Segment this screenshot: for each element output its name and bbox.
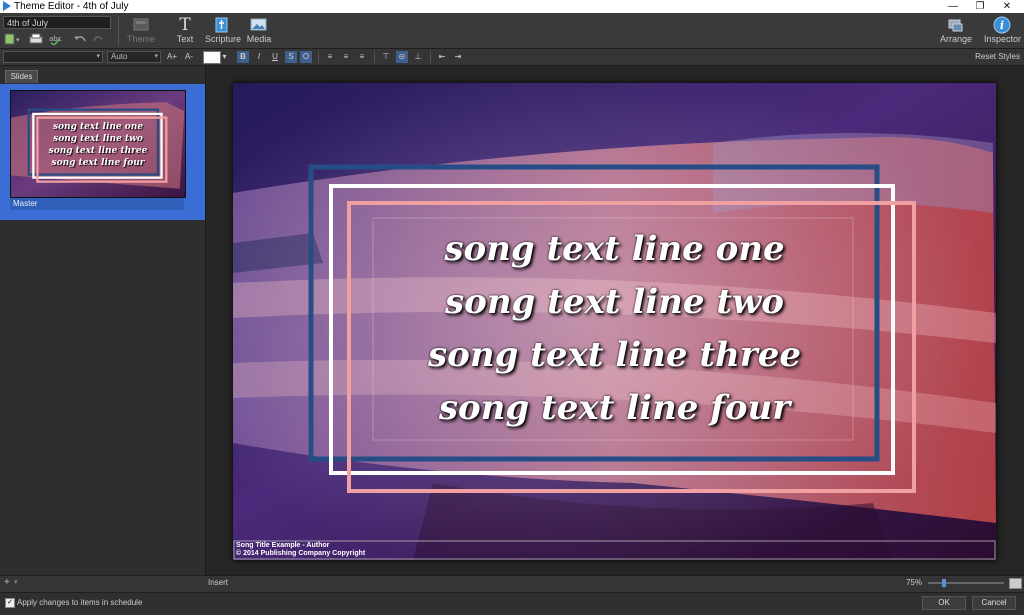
chevron-down-icon[interactable]: ▾ (14, 578, 18, 586)
underline-button[interactable]: U (269, 51, 281, 63)
cancel-button[interactable]: Cancel (972, 596, 1016, 610)
scripture-button[interactable]: Scripture (205, 16, 242, 44)
slide-canvas-area: song text line one song text line two so… (206, 66, 1024, 575)
scripture-icon (205, 16, 239, 34)
spell-check-icon[interactable]: abc (48, 33, 68, 46)
align-bottom-icon[interactable]: ⊥ (412, 51, 424, 63)
close-icon[interactable]: ✕ (994, 0, 1020, 13)
svg-text:i: i (1000, 19, 1004, 32)
theme-button[interactable]: Theme (126, 16, 156, 44)
chevron-down-icon[interactable]: ▾ (220, 51, 229, 63)
align-center-icon[interactable]: ≡ (340, 51, 352, 63)
ok-button[interactable]: OK (922, 596, 966, 610)
media-icon (245, 16, 273, 34)
arrange-button[interactable]: Arrange (940, 16, 972, 44)
text-button-label: Text (176, 34, 194, 44)
align-right-icon[interactable]: ≡ (356, 51, 368, 63)
apply-changes-checkbox[interactable]: ✓ (5, 598, 15, 608)
arrange-button-label: Arrange (940, 34, 973, 44)
ribbon-separator (118, 16, 119, 45)
redo-icon[interactable] (92, 33, 106, 45)
indent-decrease-icon[interactable]: ⇤ (436, 51, 448, 63)
lyric-line: song text line one (444, 229, 785, 269)
slide-label: Master (10, 198, 184, 210)
apply-changes-label: Apply changes to items in schedule (17, 598, 143, 607)
zoom-slider-handle[interactable] (942, 579, 946, 587)
lyric-line: song text line three (428, 335, 801, 375)
align-left-icon[interactable]: ≡ (324, 51, 336, 63)
font-family-select[interactable]: ▾ (3, 51, 103, 63)
grow-font-button[interactable]: A+ (166, 51, 178, 63)
lyric-line: song text line two (445, 282, 784, 322)
tab-slides[interactable]: Slides (5, 70, 38, 83)
slide-list-item[interactable]: song text line one song text line two so… (0, 84, 205, 220)
text-button[interactable]: T Text (172, 16, 198, 44)
copyright-text: © 2014 Publishing Company Copyright (236, 550, 366, 557)
song-title-credit: Song Title Example - Author (236, 542, 330, 549)
title-bar: Theme Editor - 4th of July — ❐ ✕ (0, 0, 1024, 13)
zoom-level: 75% (905, 578, 922, 587)
align-middle-icon[interactable]: ⊝ (396, 51, 408, 63)
new-slide-icon[interactable]: ▾ (4, 33, 22, 45)
bold-button[interactable]: B (237, 51, 249, 63)
minimize-icon[interactable]: — (940, 0, 966, 13)
add-slide-button[interactable]: + (4, 577, 10, 588)
fit-to-window-icon[interactable] (1009, 578, 1022, 589)
shrink-font-button[interactable]: A- (183, 51, 195, 63)
arrange-icon (940, 16, 972, 34)
reset-styles-button[interactable]: Reset Styles (960, 51, 1020, 63)
inspector-icon: i (984, 16, 1020, 34)
thumbnail-lyrics: song text line one song text line two so… (48, 122, 148, 168)
ribbon-toolbar: 4th of July ▾ abc Theme T Text Scripture (0, 13, 1024, 49)
strike-button[interactable]: S (285, 51, 297, 63)
text-color-swatch[interactable] (203, 51, 221, 64)
font-size-select[interactable]: Auto ▾ (107, 51, 161, 63)
app-logo-icon (3, 1, 11, 11)
print-icon[interactable] (28, 33, 44, 45)
slides-panel: Slides song text line one song text line… (0, 66, 206, 575)
media-button-label: Media (246, 34, 272, 44)
chevron-down-icon: ▾ (154, 53, 158, 60)
undo-icon[interactable] (72, 33, 88, 45)
zoom-slider[interactable] (928, 579, 1004, 587)
outline-button[interactable]: O (300, 51, 312, 63)
footer-text-box[interactable]: Song Title Example - Author © 2014 Publi… (236, 542, 365, 558)
slide-canvas[interactable]: song text line one song text line two so… (233, 83, 996, 560)
window-title: Theme Editor - 4th of July (14, 1, 129, 12)
lyrics-text-box[interactable]: song text line one song text line two so… (233, 223, 996, 435)
theme-button-label: Theme (126, 34, 155, 44)
align-top-icon[interactable]: ⊤ (380, 51, 392, 63)
media-button[interactable]: Media (245, 16, 273, 44)
svg-text:▾: ▾ (16, 36, 20, 44)
theme-icon (126, 16, 156, 34)
slide-thumbnail[interactable]: song text line one song text line two so… (10, 90, 186, 198)
chevron-down-icon: ▾ (96, 53, 100, 60)
inspector-button-label: Inspector (984, 34, 1022, 44)
insert-button[interactable]: Insert (208, 578, 228, 587)
lyric-line: song text line four (438, 388, 791, 428)
bottom-toolbar: + ▾ Insert 75% (0, 575, 1024, 592)
indent-increase-icon[interactable]: ⇥ (452, 51, 464, 63)
theme-name-input[interactable]: 4th of July (3, 16, 111, 29)
status-bar: ✓ Apply changes to items in schedule OK … (0, 592, 1024, 615)
restore-icon[interactable]: ❐ (967, 0, 993, 13)
text-icon: T (179, 15, 191, 35)
scripture-button-label: Scripture (205, 34, 242, 44)
inspector-button[interactable]: i Inspector (984, 16, 1022, 44)
format-toolbar: ▾ Auto ▾ A+ A- ▾ B I U S O ≡ ≡ ≡ ⊤ ⊝ ⊥ ⇤ … (0, 49, 1024, 66)
italic-button[interactable]: I (253, 51, 265, 63)
